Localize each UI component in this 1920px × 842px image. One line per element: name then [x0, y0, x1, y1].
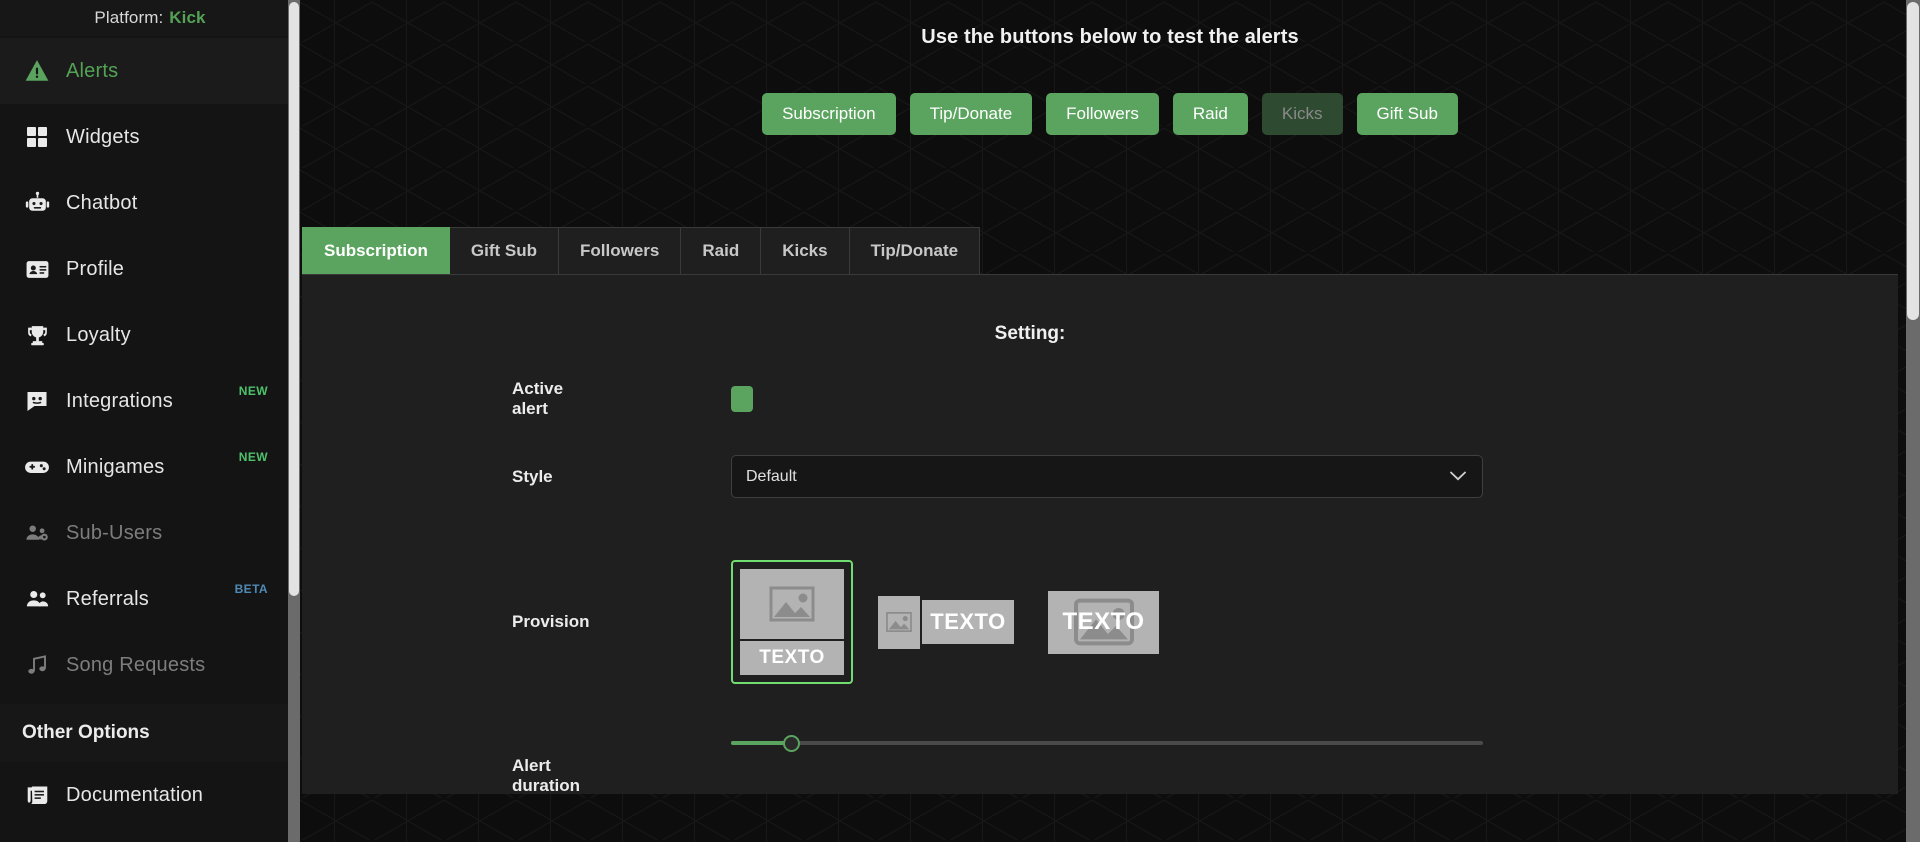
tab-followers[interactable]: Followers	[559, 227, 681, 274]
style-label: Style	[302, 467, 572, 487]
image-placeholder-icon	[740, 569, 844, 639]
sidebar-item-sub-users[interactable]: Sub-Users	[0, 500, 300, 566]
active-alert-checkbox[interactable]	[731, 386, 753, 412]
sidebar-item-label: Alerts	[66, 60, 118, 83]
active-alert-field	[572, 386, 1898, 412]
test-button-kicks: Kicks	[1262, 93, 1343, 135]
sidebar-item-song-requests[interactable]: Song Requests	[0, 632, 300, 698]
two-users-icon	[22, 584, 52, 614]
provision-option-image-above-text[interactable]: TEXTO	[731, 560, 853, 684]
sidebar-item-label: Sub-Users	[66, 522, 162, 545]
provision-field: TEXTO TEXTO	[572, 560, 1898, 684]
sidebar-item-chatbot[interactable]: Chatbot	[0, 170, 300, 236]
chat-plug-icon	[22, 386, 52, 416]
sidebar-item-alerts[interactable]: Alerts	[0, 38, 300, 104]
style-select[interactable]: Default	[731, 455, 1483, 498]
tab-gift-sub[interactable]: Gift Sub	[450, 227, 559, 274]
slider-track	[731, 741, 1483, 745]
platform-indicator: Platform: Kick	[0, 0, 300, 36]
alert-duration-label: Alert duration	[302, 734, 572, 796]
sidebar-section-other-options: Other Options	[0, 704, 300, 762]
main-scrollbar[interactable]	[1906, 0, 1920, 842]
provision-option-text-over-image[interactable]: TEXTO	[1039, 582, 1168, 663]
alert-type-tabs: Subscription Gift Sub Followers Raid Kic…	[302, 227, 1920, 274]
provision-thumb-image-beside-text: TEXTO	[878, 596, 1014, 649]
test-button-gift-sub[interactable]: Gift Sub	[1357, 93, 1458, 135]
style-select-value: Default	[746, 468, 797, 486]
sidebar-badge-beta: BETA	[235, 582, 268, 596]
settings-panel: Setting: Active alert Style Default	[302, 274, 1898, 794]
sidebar: Platform: Kick Alerts Widgets Chat	[0, 0, 300, 842]
image-placeholder-icon	[878, 596, 920, 649]
sidebar-item-documentation[interactable]: Documentation	[0, 762, 300, 828]
sidebar-scrollbar[interactable]	[288, 0, 300, 842]
tab-raid[interactable]: Raid	[681, 227, 761, 274]
provision-label: Provision	[302, 612, 572, 632]
users-gear-icon	[22, 518, 52, 548]
tab-kicks[interactable]: Kicks	[761, 227, 849, 274]
platform-name: Kick	[169, 8, 205, 28]
sidebar-badge-new: NEW	[239, 384, 268, 398]
trophy-icon	[22, 320, 52, 350]
main-content: Use the buttons below to test the alerts…	[300, 0, 1920, 842]
slider-thumb[interactable]	[783, 735, 800, 752]
sidebar-item-label: Minigames	[66, 456, 165, 479]
sidebar-item-profile[interactable]: Profile	[0, 236, 300, 302]
tab-tip-donate[interactable]: Tip/Donate	[850, 227, 981, 274]
alert-duration-slider[interactable]	[731, 734, 1483, 752]
main-scrollbar-thumb[interactable]	[1907, 2, 1919, 320]
sidebar-item-integrations[interactable]: Integrations NEW	[0, 368, 300, 434]
alert-duration-field	[572, 734, 1898, 752]
row-style: Style Default	[302, 455, 1898, 498]
warning-triangle-icon	[22, 56, 52, 86]
sidebar-item-label: Chatbot	[66, 192, 137, 215]
chevron-down-icon	[1450, 468, 1466, 486]
platform-label: Platform:	[94, 8, 163, 28]
provision-option-image-beside-text[interactable]: TEXTO	[869, 587, 1023, 658]
row-alert-duration: Alert duration	[302, 734, 1898, 796]
sidebar-nav: Alerts Widgets Chatbot Profile	[0, 36, 300, 698]
sidebar-item-label: Documentation	[66, 784, 203, 807]
provision-options: TEXTO TEXTO	[731, 560, 1898, 684]
sidebar-item-label: Loyalty	[66, 324, 131, 347]
sidebar-item-label: Profile	[66, 258, 124, 281]
sidebar-item-label: Widgets	[66, 126, 140, 149]
robot-icon	[22, 188, 52, 218]
style-field: Default	[572, 455, 1898, 498]
sidebar-item-widgets[interactable]: Widgets	[0, 104, 300, 170]
sidebar-scrollbar-thumb[interactable]	[289, 2, 299, 596]
sidebar-item-loyalty[interactable]: Loyalty	[0, 302, 300, 368]
settings-heading: Setting:	[302, 275, 1898, 345]
scroll-document-icon	[22, 780, 52, 810]
row-active-alert: Active alert	[302, 379, 1898, 419]
row-provision: Provision TEXTO	[302, 560, 1898, 684]
tab-subscription[interactable]: Subscription	[302, 227, 450, 274]
gamepad-icon	[22, 452, 52, 482]
sidebar-item-minigames[interactable]: Minigames NEW	[0, 434, 300, 500]
provision-thumb-text: TEXTO	[922, 600, 1014, 644]
sidebar-item-label: Referrals	[66, 588, 149, 611]
sidebar-item-label: Integrations	[66, 390, 173, 413]
test-alerts-heading: Use the buttons below to test the alerts	[300, 0, 1920, 49]
app-root: Platform: Kick Alerts Widgets Chat	[0, 0, 1920, 842]
music-note-icon	[22, 650, 52, 680]
sidebar-item-label: Song Requests	[66, 654, 205, 677]
sidebar-badge-new: NEW	[239, 450, 268, 464]
provision-thumb-image-above-text: TEXTO	[740, 569, 844, 675]
sidebar-item-referrals[interactable]: Referrals BETA	[0, 566, 300, 632]
active-alert-label: Active alert	[302, 379, 572, 419]
test-button-raid[interactable]: Raid	[1173, 93, 1248, 135]
test-alert-buttons: Subscription Tip/Donate Followers Raid K…	[300, 93, 1920, 135]
slider-fill	[731, 741, 791, 745]
test-button-tip-donate[interactable]: Tip/Donate	[910, 93, 1033, 135]
test-button-subscription[interactable]: Subscription	[762, 93, 896, 135]
provision-thumb-text: TEXTO	[740, 639, 844, 675]
provision-thumb-text: TEXTO	[1062, 608, 1144, 636]
provision-thumb-text-over-image: TEXTO	[1048, 591, 1159, 654]
test-button-followers[interactable]: Followers	[1046, 93, 1159, 135]
grid-squares-icon	[22, 122, 52, 152]
id-card-icon	[22, 254, 52, 284]
